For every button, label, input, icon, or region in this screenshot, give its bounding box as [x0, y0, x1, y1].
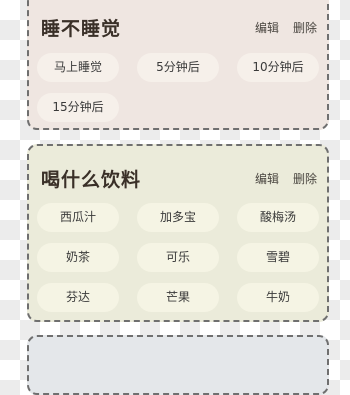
option-chip[interactable]: 马上睡觉	[37, 53, 119, 82]
option-chip[interactable]: 加多宝	[137, 203, 219, 232]
option-chip[interactable]: 可乐	[137, 243, 219, 272]
option-chip[interactable]: 芬达	[37, 283, 119, 312]
option-list: 西瓜汁 加多宝 酸梅汤 奶茶 可乐 雪碧 芬达 芒果 牛奶	[37, 203, 319, 312]
edit-button[interactable]: 编辑	[255, 19, 279, 36]
option-chip[interactable]: 芒果	[137, 283, 219, 312]
card-actions: 编辑 删除	[255, 170, 317, 187]
card-title: 睡不睡觉	[41, 18, 122, 40]
delete-button[interactable]: 删除	[293, 170, 317, 187]
option-list: 马上睡觉 5分钟后 10分钟后 15分钟后	[37, 53, 319, 122]
decision-card-partial	[27, 335, 329, 395]
option-chip[interactable]: 西瓜汁	[37, 203, 119, 232]
option-chip[interactable]: 10分钟后	[237, 53, 319, 82]
option-chip[interactable]: 牛奶	[237, 283, 319, 312]
card-actions: 编辑 删除	[255, 19, 317, 36]
edit-button[interactable]: 编辑	[255, 170, 279, 187]
card-title: 喝什么饮料	[41, 169, 142, 191]
option-chip[interactable]: 雪碧	[237, 243, 319, 272]
option-chip[interactable]: 15分钟后	[37, 93, 119, 122]
decision-card-drink: 喝什么饮料 编辑 删除 西瓜汁 加多宝 酸梅汤 奶茶 可乐 雪碧 芬达 芒果 牛…	[27, 144, 329, 322]
option-chip[interactable]: 奶茶	[37, 243, 119, 272]
delete-button[interactable]: 删除	[293, 19, 317, 36]
option-chip[interactable]: 5分钟后	[137, 53, 219, 82]
option-chip[interactable]: 酸梅汤	[237, 203, 319, 232]
decision-card-sleep: 睡不睡觉 编辑 删除 马上睡觉 5分钟后 10分钟后 15分钟后	[27, 0, 329, 130]
